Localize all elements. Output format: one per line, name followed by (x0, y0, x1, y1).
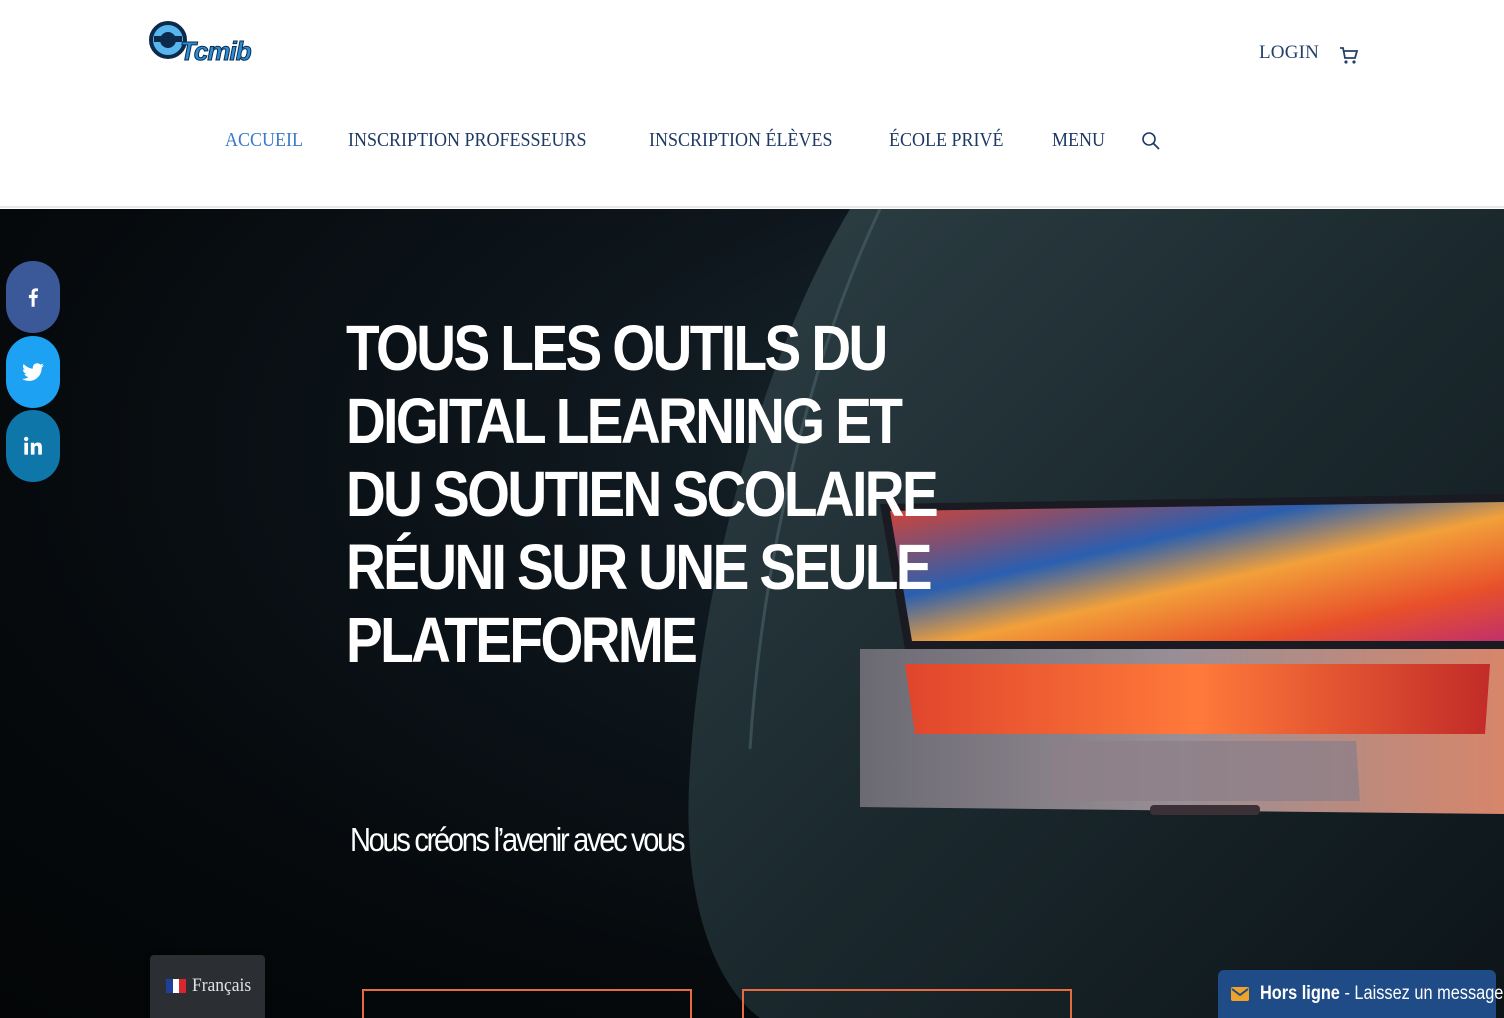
site-header: Tcmib LOGIN ACCUEIL INSCRIPTION PROFESSE… (0, 0, 1504, 208)
hero-button-1[interactable] (362, 989, 692, 1018)
language-switcher[interactable]: Français (150, 955, 265, 1018)
login-link[interactable]: LOGIN (1259, 42, 1319, 64)
cart-icon[interactable] (1338, 44, 1360, 66)
twitter-icon (22, 363, 44, 381)
twitter-share-button[interactable] (6, 336, 60, 408)
chat-status-text: Hors ligne - Laissez un message (1260, 983, 1503, 1005)
chat-message: - Laissez un message (1339, 983, 1504, 1004)
hero-button-2[interactable] (742, 989, 1072, 1018)
french-flag-icon (166, 979, 187, 993)
logo-wordmark: Tcmib (180, 36, 253, 67)
language-label: Français (192, 975, 252, 996)
envelope-icon (1230, 985, 1250, 1003)
nav-item-inscription-professeurs[interactable]: INSCRIPTION PROFESSEURS (348, 129, 587, 152)
facebook-icon (28, 288, 38, 307)
main-nav: ACCUEIL INSCRIPTION PROFESSEURS INSCRIPT… (225, 129, 1161, 152)
hero-title: TOUS LES OUTILS DU DIGITAL LEARNING ET D… (346, 312, 939, 676)
nav-item-inscription-eleves[interactable]: INSCRIPTION ÉLÈVES (649, 129, 833, 152)
chat-widget[interactable]: Hors ligne - Laissez un message (1218, 970, 1503, 1018)
nav-item-accueil[interactable]: ACCUEIL (225, 129, 303, 152)
facebook-share-button[interactable] (6, 261, 60, 333)
search-icon[interactable] (1141, 131, 1161, 151)
hero-banner: TOUS LES OUTILS DU DIGITAL LEARNING ET D… (0, 209, 1504, 1018)
hero-subtitle: Nous créons l’avenir avec vous (350, 821, 686, 858)
nav-item-menu[interactable]: MENU (1052, 129, 1105, 152)
linkedin-icon (24, 436, 42, 455)
chat-status: Hors ligne (1260, 983, 1340, 1004)
linkedin-share-button[interactable] (6, 410, 60, 482)
nav-item-ecole-prive[interactable]: ÉCOLE PRIVÉ (889, 129, 1003, 152)
